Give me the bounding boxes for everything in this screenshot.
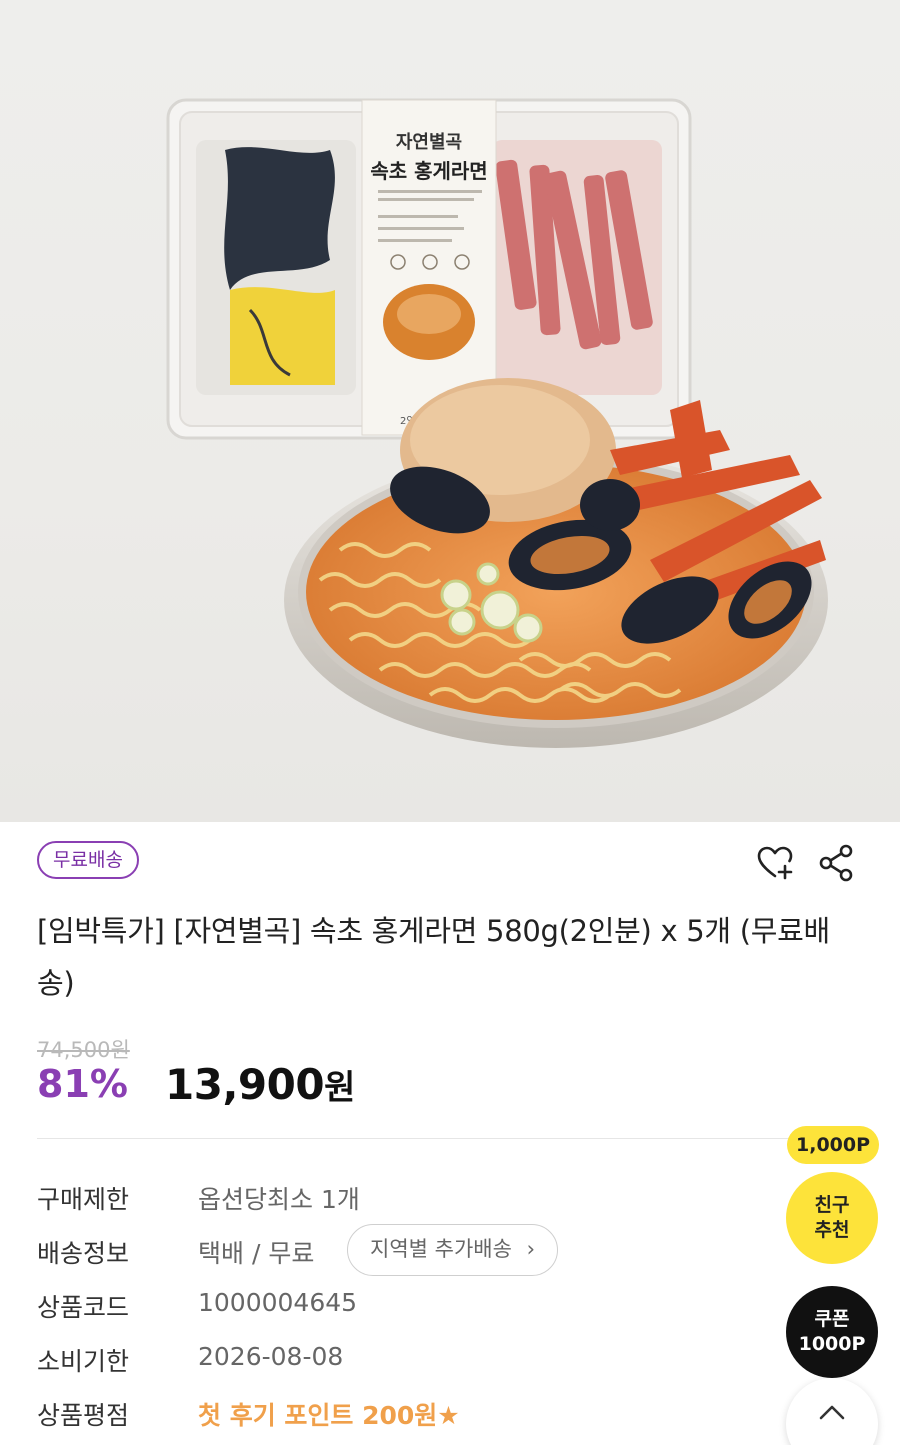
shipping-info-value: 택배 / 무료 xyxy=(198,1239,315,1268)
points-tag: 1,000P xyxy=(787,1126,880,1164)
friend-referral-line2: 추천 xyxy=(814,1219,850,1241)
wishlist-button[interactable] xyxy=(754,842,796,884)
purchase-limit-label: 구매제한 xyxy=(37,1185,130,1214)
original-price: 74,500원 xyxy=(37,1038,130,1062)
rating-label: 상품평점 xyxy=(37,1401,130,1430)
discount-rate: 81% xyxy=(37,1062,128,1106)
friend-referral-button[interactable]: 친구 추천 xyxy=(786,1172,878,1264)
expiry-value: 2026-08-08 xyxy=(198,1342,344,1371)
section-divider xyxy=(37,1138,863,1139)
sale-price-amount: 13,900 xyxy=(165,1060,325,1109)
chevron-up-icon xyxy=(819,1405,845,1420)
product-code-value: 1000004645 xyxy=(198,1288,358,1317)
product-code-label: 상품코드 xyxy=(37,1293,130,1322)
sale-price-currency: 원 xyxy=(324,1068,355,1108)
coupon-line2: 1000P xyxy=(798,1333,866,1355)
sale-price: 13,900원 xyxy=(165,1060,355,1109)
shipping-info-label: 배송정보 xyxy=(37,1239,130,1268)
coupon-line1: 쿠폰 xyxy=(814,1308,850,1330)
package-name-text: 속초 홍게라면 xyxy=(370,159,487,183)
package-brand-text: 자연별곡 xyxy=(396,132,462,153)
purchase-limit-value: 옵션당최소 1개 xyxy=(198,1185,360,1214)
product-photo: 자연별곡 속초 홍게라면 2인분 · 500 xyxy=(166,98,828,748)
share-button[interactable] xyxy=(816,842,858,884)
heart-plus-icon xyxy=(757,846,793,880)
product-title: [임박특가] [자연별곡] 속초 홍게라면 580g(2인분) x 5개 (무료… xyxy=(37,914,830,1000)
share-icon xyxy=(819,844,853,882)
free-shipping-badge: 무료배송 xyxy=(37,841,139,879)
coupon-button[interactable]: 쿠폰 1000P xyxy=(786,1286,878,1378)
scroll-top-button[interactable] xyxy=(786,1378,878,1445)
expiry-label: 소비기한 xyxy=(37,1347,130,1376)
friend-referral-line1: 친구 xyxy=(814,1194,850,1216)
product-image: 자연별곡 속초 홍게라면 2인분 · 500 xyxy=(0,0,900,822)
chevron-right-icon: › xyxy=(526,1237,536,1261)
regional-shipping-label: 지역별 추가배송 xyxy=(370,1237,512,1261)
package-tray: 자연별곡 속초 홍게라면 2인분 · 500 xyxy=(166,98,692,440)
rating-value[interactable]: 첫 후기 포인트 200원★ xyxy=(198,1396,460,1432)
regional-shipping-button[interactable]: 지역별 추가배송 › xyxy=(347,1224,559,1276)
